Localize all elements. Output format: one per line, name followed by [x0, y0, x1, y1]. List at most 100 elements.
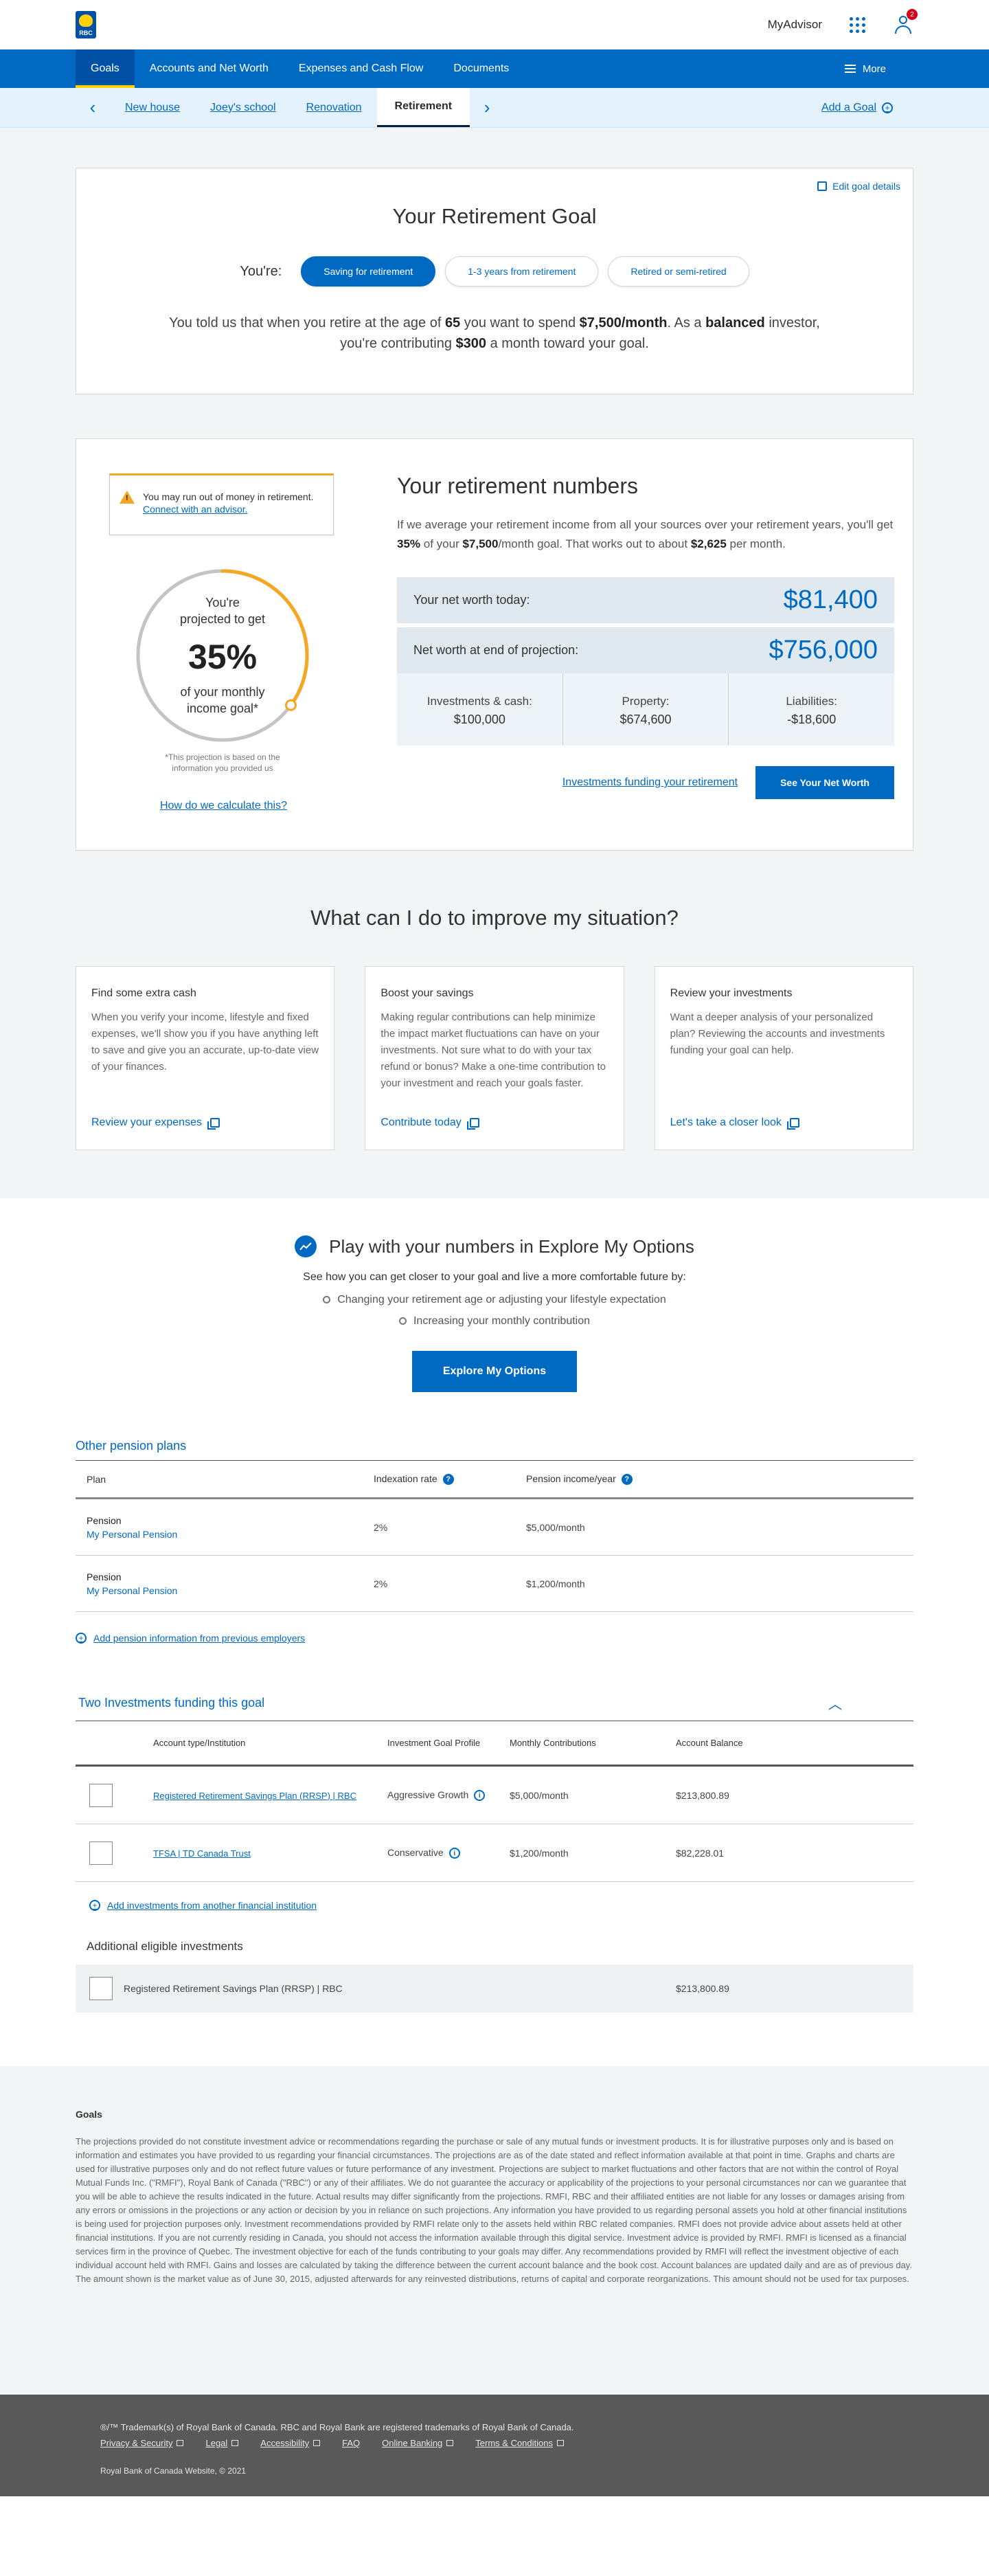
select-checkbox[interactable] — [89, 1841, 113, 1865]
explore-title: Play with your numbers in Explore My Opt… — [329, 1235, 694, 1257]
more-menu-button[interactable]: More — [844, 49, 913, 88]
open-window-icon — [466, 1118, 479, 1130]
apps-grid-icon[interactable] — [850, 16, 865, 33]
info-icon[interactable]: i — [448, 1848, 460, 1859]
header-actions: MyAdvisor 2 — [768, 9, 918, 35]
add-goal-label: Add a Goal — [821, 101, 876, 113]
disclaimer-section: Goals The projections provided do not co… — [0, 2066, 989, 2395]
income-gauge: You're projected to get 35% of your mont… — [133, 566, 312, 745]
table-header: Plan Indexation rate? Pension income/yea… — [76, 1461, 913, 1499]
footer-links: Privacy & Security Legal Accessibility F… — [100, 2438, 889, 2448]
copyright: Royal Bank of Canada Website, © 2021 — [100, 2466, 247, 2476]
account-link[interactable]: Registered Retirement Savings Plan (RRSP… — [153, 1791, 356, 1801]
contribute-today-link[interactable]: Contribute today — [380, 1117, 479, 1130]
trademark-text: ®/™ Trademark(s) of Royal Bank of Canada… — [100, 2422, 574, 2432]
improve-title: What can I do to improve my situation? — [310, 906, 679, 930]
retirement-numbers-card: ! You may run out of money in retirement… — [76, 438, 913, 851]
plus-circle-icon: + — [89, 1900, 100, 1911]
nav-expenses-cash-flow[interactable]: Expenses and Cash Flow — [284, 49, 438, 88]
edit-goal-label: Edit goal details — [832, 181, 900, 192]
table-row: Pension My Personal Pension 2% $5,000/mon… — [76, 1499, 913, 1556]
pension-plan-link[interactable]: My Personal Pension — [87, 1529, 374, 1540]
logo-text: RBC — [79, 30, 93, 36]
gauge-line-2: projected to get — [179, 612, 266, 626]
footer-link-legal[interactable]: Legal — [205, 2438, 239, 2448]
top-bar: RBC MyAdvisor 2 — [0, 0, 989, 49]
pension-title: Other pension plans — [76, 1439, 187, 1453]
review-investments-card: Review your investments Want a deeper an… — [654, 966, 913, 1150]
see-net-worth-button[interactable]: See Your Net Worth — [755, 766, 894, 799]
footer-link-terms[interactable]: Terms & Conditions — [475, 2438, 564, 2448]
list-item: Changing your retirement age or adjustin… — [0, 1289, 989, 1310]
how-calculate-link[interactable]: How do we calculate this? — [160, 800, 287, 812]
breakdown-property: Property: $674,600 — [562, 673, 729, 746]
footer: ®/™ Trademark(s) of Royal Bank of Canada… — [0, 2395, 989, 2496]
goal-section: Edit goal details Your Retirement Goal Y… — [0, 128, 989, 1198]
gauge-line-3: of your monthly — [180, 685, 265, 699]
tab-new-house[interactable]: New house — [110, 88, 195, 127]
main-nav: Goals Accounts and Net Worth Expenses an… — [0, 49, 989, 88]
chevron-left-icon[interactable]: ‹ — [76, 88, 110, 127]
info-icon[interactable]: ? — [621, 1474, 633, 1486]
net-worth-end-value: $756,000 — [769, 636, 878, 664]
pension-section: Other pension plans Plan Indexation rate… — [76, 1439, 913, 1644]
goal-description: You told us that when you retire at the … — [169, 315, 820, 351]
plus-circle-icon: + — [76, 1633, 87, 1644]
explore-options-button[interactable]: Explore My Options — [412, 1351, 577, 1392]
projection-note: *This projection is based on the informa… — [165, 752, 280, 773]
add-goal-link[interactable]: Add a Goal + — [821, 88, 913, 127]
review-expenses-link[interactable]: Review your expenses — [91, 1117, 220, 1130]
nav-documents[interactable]: Documents — [438, 49, 524, 88]
footer-link-faq[interactable]: FAQ — [342, 2438, 360, 2448]
notification-badge: 2 — [907, 9, 918, 20]
net-worth-today-value: $81,400 — [783, 585, 878, 614]
retire-age: 65 — [444, 315, 461, 331]
explore-subtitle: See how you can get closer to your goal … — [303, 1271, 686, 1283]
user-profile-icon[interactable]: 2 — [893, 9, 918, 35]
nav-goals[interactable]: Goals — [76, 49, 135, 88]
stage-near-retirement-button[interactable]: 1-3 years from retirement — [445, 256, 599, 287]
numbers-title: Your retirement numbers — [397, 473, 638, 498]
tab-retirement[interactable]: Retirement — [376, 88, 470, 127]
investments-funding-link[interactable]: Investments funding your retirement — [562, 776, 738, 789]
select-checkbox[interactable] — [89, 1783, 113, 1807]
add-investments-link[interactable]: + Add investments from another financial… — [89, 1900, 913, 1911]
select-checkbox[interactable] — [89, 1977, 113, 2000]
tab-renovation[interactable]: Renovation — [291, 88, 377, 127]
info-icon[interactable]: i — [474, 1790, 486, 1802]
improve-cards: Find some extra cash When you verify you… — [76, 966, 913, 1150]
explore-options-section: Play with your numbers in Explore My Opt… — [0, 1198, 989, 1392]
card-title: Find some extra cash — [91, 987, 196, 999]
goal-title: Your Retirement Goal — [392, 204, 597, 228]
nav-accounts-net-worth[interactable]: Accounts and Net Worth — [135, 49, 284, 88]
chevron-right-icon[interactable]: › — [470, 88, 504, 127]
footer-link-accessibility[interactable]: Accessibility — [260, 2438, 321, 2448]
stage-saving-button[interactable]: Saving for retirement — [301, 256, 436, 287]
open-window-icon — [207, 1118, 220, 1130]
gauge-percent: 35% — [187, 638, 258, 676]
extra-cash-card: Find some extra cash When you verify you… — [76, 966, 335, 1150]
connect-advisor-link[interactable]: Connect with an advisor. — [143, 503, 314, 515]
footer-link-privacy[interactable]: Privacy & Security — [100, 2438, 184, 2448]
table-header: Account type/Institution Investment Goal… — [76, 1721, 913, 1767]
edit-icon — [817, 181, 828, 191]
rbc-logo[interactable]: RBC — [76, 11, 96, 38]
additional-investment-row: Registered Retirement Savings Plan (RRSP… — [76, 1964, 913, 2013]
account-link[interactable]: TFSA | TD Canada Trust — [153, 1848, 251, 1859]
tab-joeys-school[interactable]: Joey's school — [195, 88, 291, 127]
footer-link-online-banking[interactable]: Online Banking — [382, 2438, 454, 2448]
disclaimer-text: The projections provided do not constitu… — [76, 2136, 912, 2284]
more-label: More — [862, 63, 886, 75]
pension-plan-link[interactable]: My Personal Pension — [87, 1585, 374, 1596]
closer-look-link[interactable]: Let's take a closer look — [670, 1117, 799, 1130]
retirement-numbers-panel: Your retirement numbers If we average yo… — [397, 473, 894, 799]
disclaimer-title: Goals — [76, 2109, 102, 2120]
card-title: Review your investments — [670, 987, 793, 999]
edit-goal-link[interactable]: Edit goal details — [817, 181, 900, 192]
info-icon[interactable]: ? — [442, 1474, 454, 1486]
warning-icon: ! — [120, 491, 135, 504]
stage-retired-button[interactable]: Retired or semi-retired — [608, 256, 749, 287]
chevron-up-icon[interactable]: ︿ — [828, 1693, 842, 1713]
add-pension-link[interactable]: + Add pension information from previous … — [76, 1633, 913, 1644]
myadvisor-link[interactable]: MyAdvisor — [768, 18, 822, 32]
